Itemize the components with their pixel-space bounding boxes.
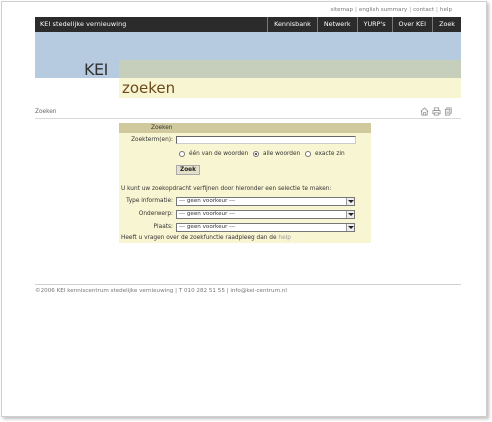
search-panel: Zoeken Zoekterm(en): één van de woorden … (119, 123, 371, 243)
filter-subject-label: Onderwerp: (138, 211, 173, 217)
nav-item-kennisbank[interactable]: Kennisbank (267, 17, 317, 32)
brand-name[interactable]: KEI stedelijke vernieuwing (40, 20, 126, 28)
option-one-word-label: één van de woorden (189, 151, 249, 157)
nav-item-zoek[interactable]: Zoek (432, 17, 461, 32)
option-one-word-radio[interactable] (179, 151, 185, 157)
option-all-words-radio[interactable] (253, 151, 259, 157)
filter-place-select[interactable]: --- geen voorkeur --- (176, 223, 355, 232)
home-icon[interactable] (420, 107, 429, 116)
top-links: sitemap | english summary | contact | help (330, 7, 452, 13)
option-exact-phrase-label: exacte zin (315, 151, 345, 157)
search-button[interactable]: Zoek (176, 165, 200, 175)
option-all-words-label: alle woorden (263, 151, 301, 157)
kei-logo[interactable]: KEI (84, 60, 108, 79)
english-summary-link[interactable]: english summary (359, 7, 407, 13)
nav-item-over-kei[interactable]: Over KEI (391, 17, 433, 32)
breadcrumb: Zoeken (35, 109, 57, 115)
print-icon[interactable] (432, 107, 441, 116)
sitemap-icon[interactable] (444, 107, 453, 116)
help-hint-text: Heeft u vragen over de zoekfunctie raadp… (121, 235, 277, 241)
search-panel-header: Zoeken (119, 123, 371, 133)
page-title: zoeken (122, 79, 176, 97)
help-link[interactable]: help (440, 7, 452, 13)
filter-type-select[interactable]: --- geen voorkeur --- (176, 197, 355, 206)
nav-item-netwerk[interactable]: Netwerk (316, 17, 357, 32)
filter-place-value: --- geen voorkeur --- (179, 224, 236, 230)
header-band-green (119, 60, 461, 78)
search-term-input[interactable] (176, 136, 356, 144)
main-navbar: KEI stedelijke vernieuwing Kennisbank Ne… (35, 17, 461, 32)
filter-place-label: Plaats: (153, 224, 173, 230)
help-link-inline[interactable]: help (278, 235, 291, 241)
utility-icons (420, 107, 453, 116)
nav-items: Kennisbank Netwerk YURP's Over KEI Zoek (267, 17, 461, 32)
chevron-down-icon[interactable] (346, 211, 354, 218)
nav-item-yurps[interactable]: YURP's (356, 17, 392, 32)
help-hint: Heeft u vragen over de zoekfunctie raadp… (121, 235, 291, 241)
filter-type-label: Type informatie: (126, 198, 173, 204)
page-frame: sitemap | english summary | contact | help KEI… (1, 1, 487, 417)
option-exact-phrase-radio[interactable] (305, 151, 311, 157)
sitemap-link[interactable]: sitemap (330, 7, 353, 13)
search-term-label: Zoekterm(en): (131, 137, 173, 143)
filter-type-value: --- geen voorkeur --- (179, 198, 236, 204)
filter-subject-value: --- geen voorkeur --- (179, 211, 236, 217)
breadcrumb-divider (35, 118, 461, 119)
contact-link[interactable]: contact (413, 7, 434, 13)
header-band-blue (35, 32, 461, 60)
filter-subject-select[interactable]: --- geen voorkeur --- (176, 210, 355, 219)
footer-divider (35, 284, 461, 285)
chevron-down-icon[interactable] (346, 224, 354, 231)
refine-instructions: U kunt uw zoekopdracht verfijnen door hi… (121, 186, 332, 192)
chevron-down-icon[interactable] (346, 198, 354, 205)
footer-text: ©2006 KEI kenniscentrum stedelijke verni… (35, 288, 287, 294)
